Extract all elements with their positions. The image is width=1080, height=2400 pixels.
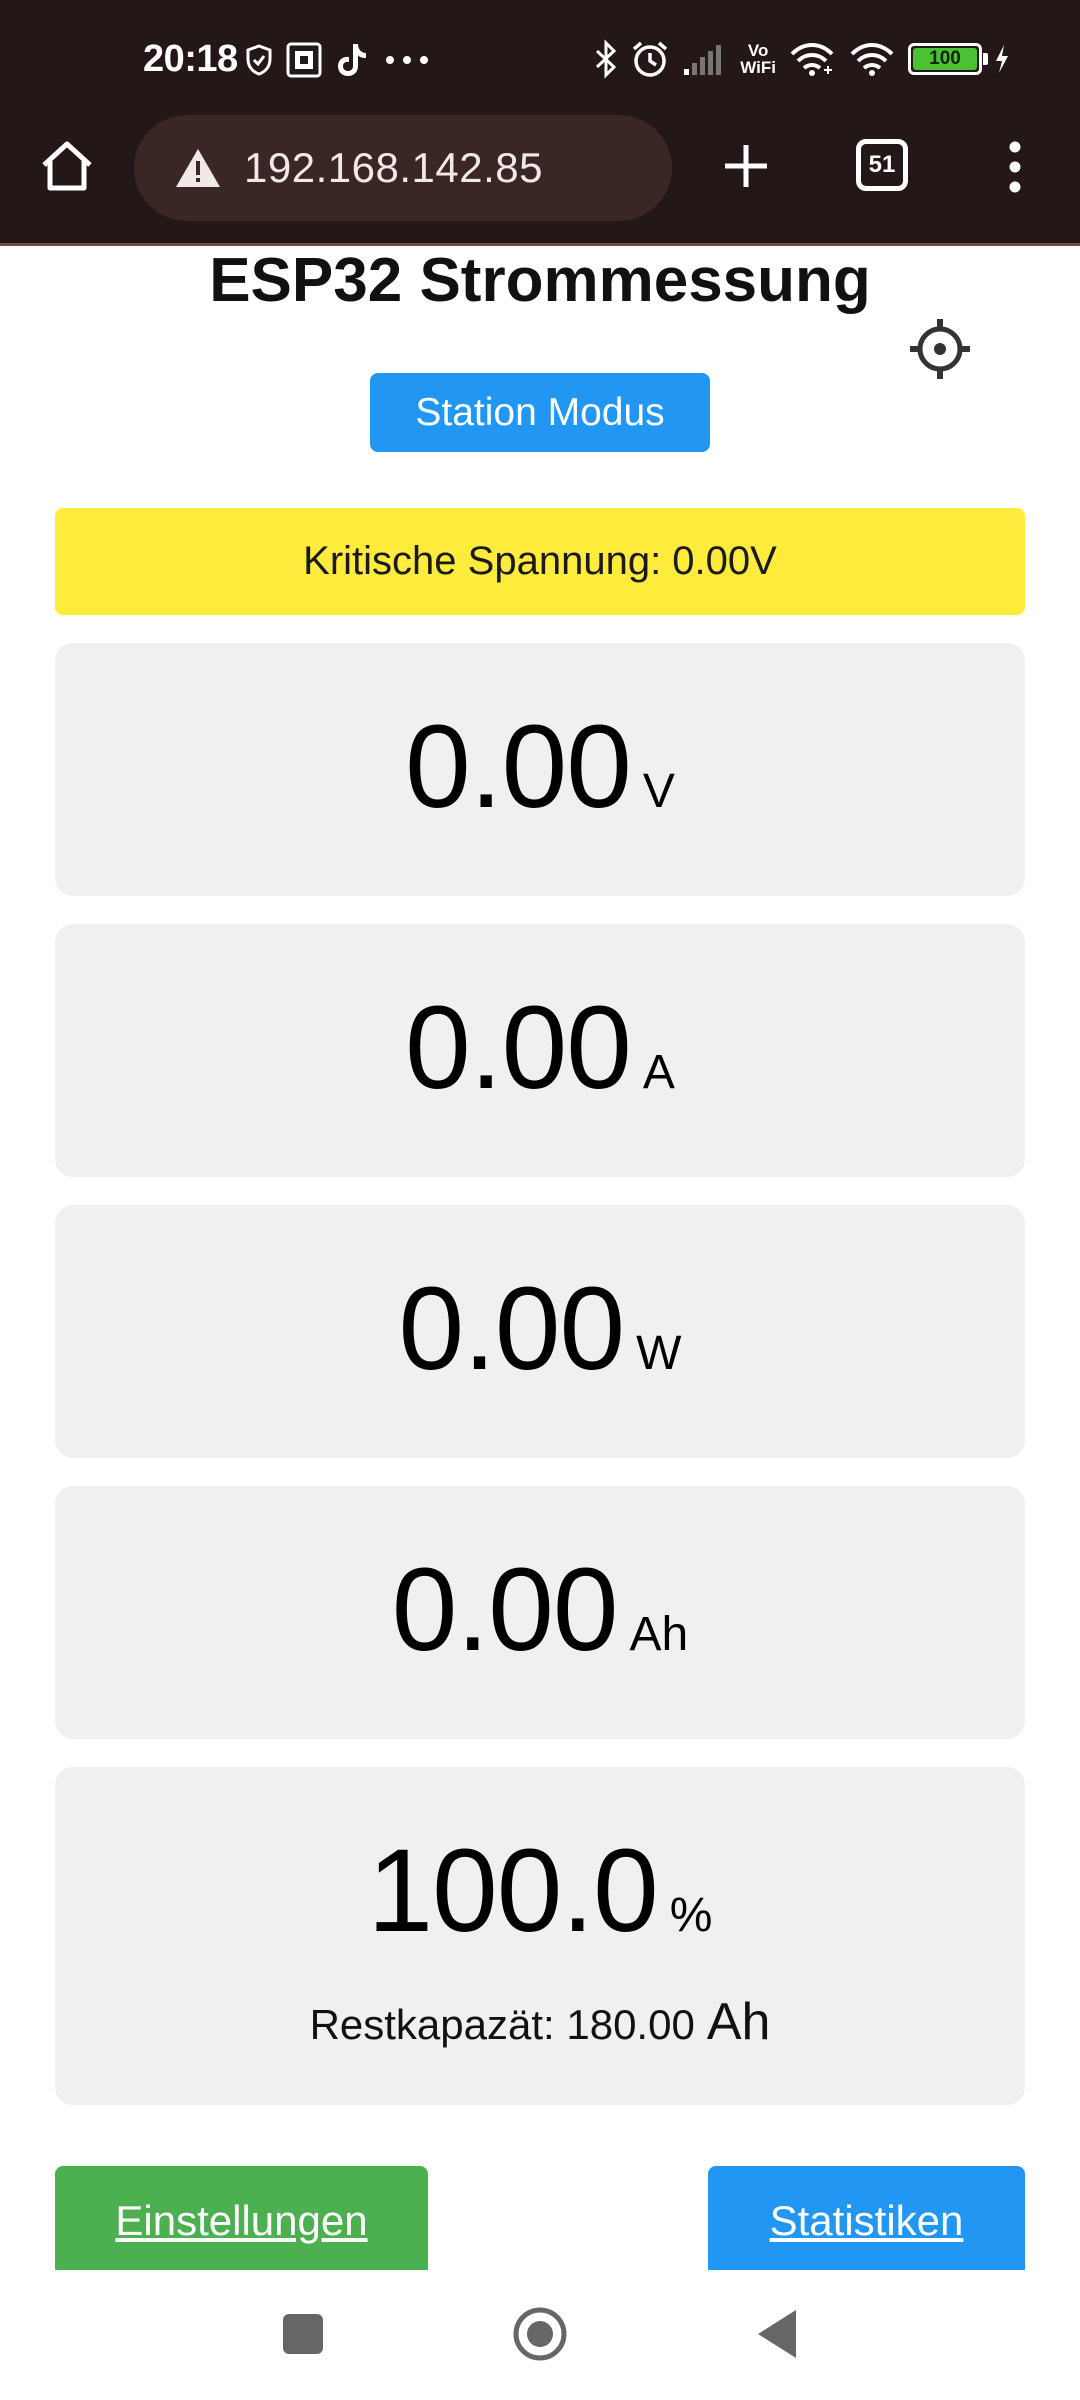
amp-hours-value: 0.00 bbox=[391, 1544, 619, 1676]
recents-square-icon[interactable] bbox=[283, 2314, 323, 2354]
amp-hours-readout: 0.00 Ah bbox=[55, 1542, 1025, 1678]
browser-toolbar: 192.168.142.85 51 bbox=[0, 115, 1080, 245]
voltage-card: 0.00 V bbox=[55, 643, 1025, 896]
tiktok-icon bbox=[338, 44, 366, 76]
plus-icon[interactable] bbox=[717, 137, 775, 195]
bluetooth-icon bbox=[596, 39, 617, 79]
remaining-capacity: Restkapazät: 180.00 Ah bbox=[55, 1992, 1025, 2052]
shield-check-icon bbox=[246, 44, 272, 76]
battery-icon: 100 bbox=[908, 43, 988, 75]
remaining-capacity-unit: Ah bbox=[706, 1993, 771, 2051]
scan-icon bbox=[286, 42, 322, 78]
back-triangle-icon[interactable] bbox=[756, 2308, 798, 2360]
home-icon[interactable] bbox=[38, 137, 96, 195]
amp-hours-unit: Ah bbox=[629, 1608, 689, 1661]
web-page: ESP32 Strommessung Station Modus Kritisc… bbox=[0, 246, 1080, 2270]
warning-icon[interactable] bbox=[174, 147, 222, 189]
tab-count: 51 bbox=[868, 151, 896, 178]
signal-icon bbox=[684, 45, 722, 75]
current-card: 0.00 A bbox=[55, 924, 1025, 1177]
power-card: 0.00 W bbox=[55, 1205, 1025, 1458]
vowifi-icon: Vo WiFi bbox=[740, 42, 776, 76]
status-right-icons: Vo WiFi 100 bbox=[594, 34, 1010, 84]
charging-icon bbox=[996, 45, 1008, 73]
status-bar: 20:18 Vo WiFi 100 bbox=[0, 0, 1080, 115]
more-dots-icon bbox=[386, 56, 428, 64]
vowifi-line1: Vo bbox=[747, 41, 769, 60]
state-of-charge-card: 100.0 % Restkapazät: 180.00 Ah bbox=[55, 1767, 1025, 2105]
remaining-capacity-label: Restkapazät: 180.00 bbox=[309, 2001, 695, 2048]
current-unit: A bbox=[642, 1046, 675, 1099]
state-of-charge-value: 100.0 bbox=[367, 1825, 659, 1957]
state-of-charge-unit: % bbox=[669, 1889, 713, 1942]
alarm-icon bbox=[633, 41, 668, 77]
voltage-unit: V bbox=[642, 765, 675, 818]
power-readout: 0.00 W bbox=[55, 1261, 1025, 1397]
navigation-bar bbox=[0, 2270, 1080, 2400]
tabs-icon[interactable]: 51 bbox=[856, 139, 908, 191]
critical-voltage-banner: Kritische Spannung: 0.00V bbox=[55, 508, 1025, 615]
current-value: 0.00 bbox=[405, 982, 632, 1114]
battery-level: 100 bbox=[913, 48, 977, 70]
power-unit: W bbox=[636, 1327, 682, 1380]
page-title: ESP32 Strommessung bbox=[209, 246, 871, 315]
url-text[interactable]: 192.168.142.85 bbox=[244, 144, 543, 192]
amp-hours-card: 0.00 Ah bbox=[55, 1486, 1025, 1739]
settings-button[interactable]: Einstellungen bbox=[55, 2166, 428, 2270]
station-mode-button[interactable]: Station Modus bbox=[370, 373, 710, 452]
current-readout: 0.00 A bbox=[55, 980, 1025, 1116]
wifi-icon bbox=[850, 43, 894, 76]
gear-icon[interactable] bbox=[905, 314, 975, 384]
address-bar[interactable]: 192.168.142.85 bbox=[134, 115, 672, 221]
state-of-charge-readout: 100.0 % bbox=[55, 1823, 1025, 1959]
power-value: 0.00 bbox=[398, 1263, 626, 1395]
home-circle-icon[interactable] bbox=[512, 2306, 568, 2362]
status-time: 20:18 bbox=[143, 38, 238, 80]
vowifi-line2: WiFi bbox=[740, 58, 776, 77]
statistics-button[interactable]: Statistiken bbox=[708, 2166, 1025, 2270]
voltage-value: 0.00 bbox=[405, 701, 632, 833]
status-left-icons bbox=[246, 38, 432, 82]
voltage-readout: 0.00 V bbox=[55, 699, 1025, 835]
wifi-icon bbox=[790, 43, 834, 76]
browser-chrome: 20:18 Vo WiFi 100 192.168.142.85 51 bbox=[0, 0, 1080, 246]
overflow-menu-icon[interactable] bbox=[1000, 137, 1030, 197]
